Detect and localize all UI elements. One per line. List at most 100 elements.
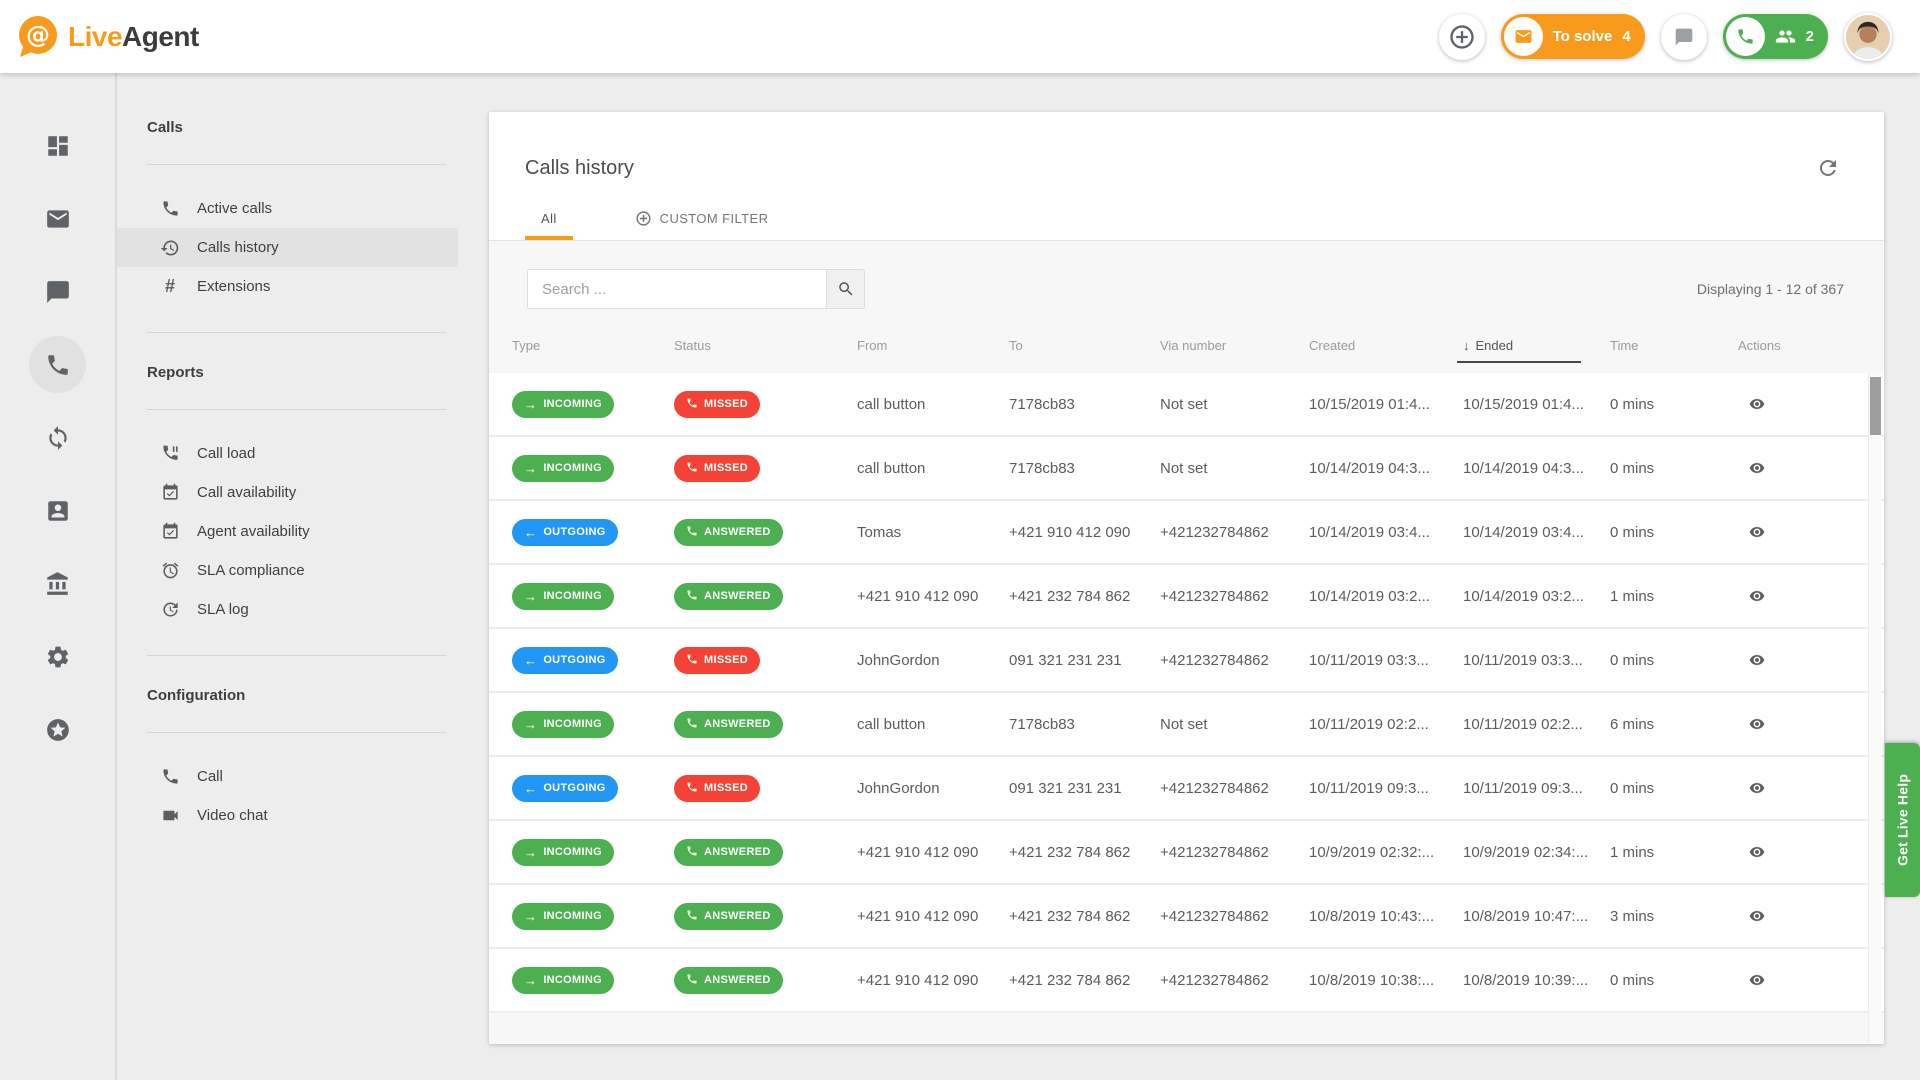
sidebar-item-automation[interactable] <box>0 401 115 474</box>
calls-online-count: 2 <box>1806 28 1814 45</box>
search-button[interactable] <box>827 269 865 309</box>
to-solve-button[interactable]: To solve 4 <box>1501 14 1645 59</box>
view-call-details-button[interactable] <box>1738 392 1768 412</box>
vertical-scrollbar[interactable] <box>1868 373 1881 1044</box>
cell-created: 10/14/2019 03:4... <box>1309 524 1463 541</box>
view-call-details-button[interactable] <box>1738 776 1768 796</box>
dashboard-icon <box>45 133 71 159</box>
eye-icon <box>1746 716 1768 732</box>
nav-item-label: Video chat <box>197 807 268 824</box>
sidebar-item-settings[interactable] <box>0 620 115 693</box>
get-live-help-button[interactable]: Get Live Help <box>1885 743 1920 897</box>
column-header-to[interactable]: To <box>1009 338 1160 353</box>
table-row[interactable]: →INCOMING ANSWERED call button 7178cb83 … <box>489 693 1884 757</box>
liveagent-logo[interactable]: @ LiveAgent <box>14 14 199 60</box>
phone-icon <box>45 352 71 378</box>
cell-ended: 10/9/2019 02:34:... <box>1463 844 1610 861</box>
direction-arrow-icon: → <box>524 590 537 603</box>
direction-arrow-icon: → <box>524 846 537 859</box>
divider <box>147 409 446 410</box>
cell-time: 0 mins <box>1610 972 1738 989</box>
column-header-ended[interactable]: ↓ Ended <box>1463 338 1610 353</box>
cell-from: JohnGordon <box>857 652 1009 669</box>
column-header-status[interactable]: Status <box>674 338 857 353</box>
sidebar-item-tickets[interactable] <box>0 182 115 255</box>
view-call-details-button[interactable] <box>1738 520 1768 540</box>
eye-icon <box>1746 908 1768 924</box>
eye-icon <box>1746 588 1768 604</box>
nav-item-label: Agent availability <box>197 523 310 540</box>
column-header-time[interactable]: Time <box>1610 338 1738 353</box>
nav-item-video-chat[interactable]: Video chat <box>117 796 458 835</box>
direction-arrow-icon: ← <box>524 654 537 667</box>
reload-button[interactable] <box>1816 156 1840 180</box>
cell-time: 1 mins <box>1610 844 1738 861</box>
scrollbar-thumb[interactable] <box>1870 377 1881 435</box>
nav-item-call-availability[interactable]: Call availability <box>117 473 458 512</box>
table-row[interactable]: →INCOMING ANSWERED +421 910 412 090 +421… <box>489 949 1884 1013</box>
table-row[interactable]: →INCOMING ANSWERED +421 910 412 090 +421… <box>489 885 1884 949</box>
nav-item-active-calls[interactable]: Active calls <box>117 189 458 228</box>
main-content: Calls history All CUSTOM FILTER <box>458 73 1920 1080</box>
call-status-badge: ANSWERED <box>674 839 783 866</box>
add-new-button[interactable] <box>1439 14 1485 60</box>
direction-arrow-icon: → <box>524 462 537 475</box>
table-row[interactable]: →INCOMING MISSED call button 7178cb83 No… <box>489 437 1884 501</box>
cell-via-number: +421232784862 <box>1160 780 1309 797</box>
topbar-actions: To solve 4 2 <box>1439 13 1892 61</box>
nav-item-calls-history[interactable]: Calls history <box>117 228 458 267</box>
column-header-from[interactable]: From <box>857 338 1009 353</box>
tab-all[interactable]: All <box>525 210 573 240</box>
view-call-details-button[interactable] <box>1738 904 1768 924</box>
table-row[interactable]: ←OUTGOING MISSED JohnGordon 091 321 231 … <box>489 757 1884 821</box>
cell-to: +421 232 784 862 <box>1009 972 1160 989</box>
column-header-actions[interactable]: Actions <box>1738 338 1844 353</box>
nav-item-label: Call load <box>197 445 255 462</box>
page-title: Calls history <box>525 156 634 180</box>
table-row[interactable]: →INCOMING MISSED call button 7178cb83 No… <box>489 373 1884 437</box>
column-header-via-number[interactable]: Via number <box>1160 338 1309 353</box>
nav-item-call-load[interactable]: Call load <box>117 434 458 473</box>
sidebar-item-billing[interactable] <box>0 547 115 620</box>
table-row[interactable]: ←OUTGOING MISSED JohnGordon 091 321 231 … <box>489 629 1884 693</box>
sidebar-item-customers[interactable] <box>0 474 115 547</box>
call-status-badge: ANSWERED <box>674 711 783 738</box>
sidebar-item-getting-started[interactable] <box>0 693 115 766</box>
cell-from: Tomas <box>857 524 1009 541</box>
view-call-details-button[interactable] <box>1738 456 1768 476</box>
nav-item-sla-compliance[interactable]: SLA compliance <box>117 551 458 590</box>
table-row[interactable]: →INCOMING ANSWERED +421 910 412 090 +421… <box>489 565 1884 629</box>
table-row[interactable]: →INCOMING ANSWERED +421 910 412 090 +421… <box>489 821 1884 885</box>
sidebar-item-chats[interactable] <box>0 255 115 328</box>
calls-online-button[interactable]: 2 <box>1723 14 1828 59</box>
cell-to: +421 232 784 862 <box>1009 588 1160 605</box>
call-status-badge: ANSWERED <box>674 903 783 930</box>
nav-item-sla-log[interactable]: SLA log <box>117 590 458 629</box>
view-call-details-button[interactable] <box>1738 712 1768 732</box>
chats-button[interactable] <box>1661 14 1707 60</box>
search-input[interactable] <box>527 269 827 309</box>
nav-item-call-config[interactable]: Call <box>117 757 458 796</box>
nav-item-agent-availability[interactable]: Agent availability <box>117 512 458 551</box>
table-row[interactable]: ←OUTGOING ANSWERED Tomas +421 910 412 09… <box>489 501 1884 565</box>
view-call-details-button[interactable] <box>1738 840 1768 860</box>
nav-item-label: Active calls <box>197 200 272 217</box>
user-avatar[interactable] <box>1844 13 1892 61</box>
view-call-details-button[interactable] <box>1738 648 1768 668</box>
view-call-details-button[interactable] <box>1738 968 1768 988</box>
divider <box>147 732 446 733</box>
sidebar-item-dashboard[interactable] <box>0 109 115 182</box>
nav-item-extensions[interactable]: # Extensions <box>117 267 458 306</box>
view-call-details-button[interactable] <box>1738 584 1768 604</box>
call-status-badge: ANSWERED <box>674 583 783 610</box>
call-type-badge: →INCOMING <box>512 455 614 482</box>
column-header-type[interactable]: Type <box>512 338 674 353</box>
cell-created: 10/11/2019 02:2... <box>1309 716 1463 733</box>
tab-custom-filter[interactable]: CUSTOM FILTER <box>619 210 785 240</box>
videocam-icon <box>159 806 181 825</box>
sidebar-item-calls[interactable] <box>0 328 115 401</box>
column-header-created[interactable]: Created <box>1309 338 1463 353</box>
cell-created: 10/8/2019 10:38:... <box>1309 972 1463 989</box>
call-type-badge: →INCOMING <box>512 903 614 930</box>
star-circle-icon <box>45 717 71 743</box>
